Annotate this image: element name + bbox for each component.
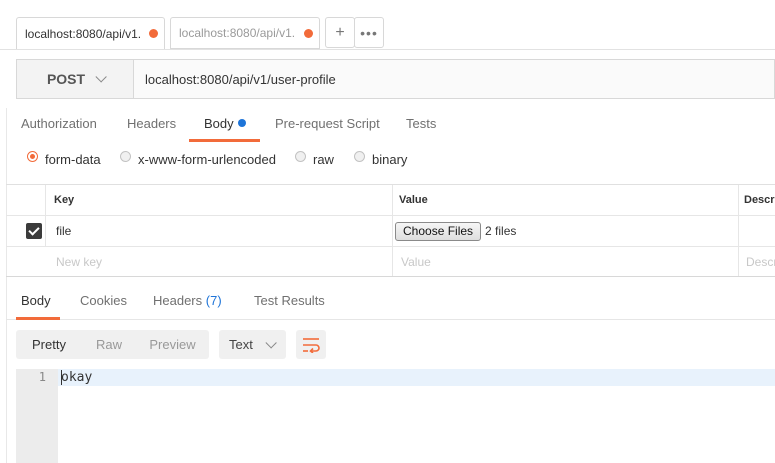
url-input[interactable] — [134, 60, 774, 98]
response-tab-cookies[interactable]: Cookies — [80, 293, 127, 308]
selected-files-count: 2 files — [485, 224, 517, 238]
choose-files-button[interactable]: Choose Files — [395, 221, 482, 241]
active-line-highlight — [58, 369, 775, 386]
line-number: 1 — [38, 370, 46, 384]
response-body-editor[interactable]: 1 okay — [16, 369, 775, 463]
form-data-table: Key Value Descri file Choose Files 2 fil… — [6, 184, 775, 277]
tab-options-button[interactable]: ••• — [354, 17, 384, 48]
active-tab-indicator — [189, 139, 260, 142]
radio-unchecked-icon — [354, 151, 365, 162]
column-divider — [45, 216, 46, 246]
chevron-down-icon — [95, 71, 107, 83]
row-enabled-checkbox[interactable] — [26, 216, 42, 246]
row-key[interactable]: file — [56, 216, 71, 246]
plus-icon: + — [335, 23, 345, 41]
radio-label: form-data — [45, 152, 101, 167]
tab-tests[interactable]: Tests — [406, 116, 436, 131]
table-row: file Choose Files 2 files — [6, 216, 775, 247]
column-divider — [392, 216, 393, 246]
chevron-down-icon — [265, 336, 277, 349]
response-tab-body[interactable]: Body — [21, 293, 51, 308]
request-url-bar: POST — [16, 59, 775, 99]
request-tab-inactive[interactable]: localhost:8080/api/v1. — [170, 17, 320, 49]
view-mode-preview[interactable]: Preview — [136, 330, 209, 359]
tab-pre-request-script[interactable]: Pre-request Script — [275, 116, 380, 131]
response-view-toolbar: Pretty Raw Preview Text — [16, 330, 326, 359]
request-tab-label: localhost:8080/api/v1. — [179, 26, 296, 40]
new-tab-button[interactable]: + — [325, 17, 355, 48]
view-mode-raw[interactable]: Raw — [82, 330, 136, 359]
unsaved-dot-icon — [149, 29, 158, 38]
column-divider — [738, 185, 739, 215]
wrap-lines-button[interactable] — [296, 330, 326, 359]
wrap-lines-icon — [303, 337, 320, 353]
column-divider — [392, 247, 393, 276]
row-value: Choose Files 2 files — [395, 216, 516, 246]
radio-label: x-www-form-urlencoded — [138, 152, 276, 167]
tab-headers[interactable]: Headers — [127, 116, 176, 131]
column-divider — [45, 185, 46, 215]
response-tabs-divider — [6, 319, 775, 320]
radio-checked-icon — [27, 151, 38, 162]
radio-label: binary — [372, 152, 408, 167]
format-select[interactable]: Text — [219, 330, 286, 359]
table-new-row: New key Value Descri — [6, 247, 775, 277]
column-divider — [738, 216, 739, 246]
column-header-key: Key — [54, 194, 75, 206]
more-horizontal-icon: ••• — [360, 24, 378, 41]
unsaved-dot-icon — [304, 28, 313, 38]
response-tab-test-results[interactable]: Test Results — [254, 293, 325, 308]
format-select-value: Text — [229, 337, 253, 352]
request-tabs: Authorization Headers Body Pre-request S… — [0, 108, 775, 141]
checkbox-checked-icon — [26, 223, 42, 239]
response-divider — [6, 276, 775, 277]
column-divider — [392, 185, 393, 215]
request-tab-bar: localhost:8080/api/v1. localhost:8080/ap… — [0, 0, 775, 50]
code-line: okay — [61, 370, 93, 385]
line-number-gutter: 1 — [16, 369, 58, 463]
radio-unchecked-icon — [295, 151, 306, 162]
radio-raw[interactable]: raw — [295, 151, 334, 167]
radio-label: raw — [313, 152, 334, 167]
table-header-row: Key Value Descri — [6, 185, 775, 216]
response-tabs: Body Cookies Headers (7) Test Results — [0, 285, 775, 319]
column-divider — [738, 247, 739, 276]
new-value-input[interactable]: Value — [401, 247, 431, 276]
radio-unchecked-icon — [120, 151, 131, 162]
body-type-options: form-data x-www-form-urlencoded raw bina… — [0, 150, 775, 172]
request-tab-label: localhost:8080/api/v1. — [25, 26, 142, 41]
column-header-value: Value — [399, 194, 428, 206]
active-response-tab-indicator — [16, 317, 60, 320]
tab-authorization[interactable]: Authorization — [21, 116, 97, 131]
new-description-input[interactable]: Descri — [746, 247, 775, 276]
method-select[interactable]: POST — [17, 60, 134, 98]
radio-binary[interactable]: binary — [354, 151, 408, 167]
tab-body-label: Body — [204, 116, 234, 131]
tab-body[interactable]: Body — [204, 116, 246, 131]
method-label: POST — [46, 71, 86, 87]
modified-dot-icon — [237, 119, 246, 127]
response-tab-headers-label: Headers — [153, 293, 203, 308]
radio-form-data[interactable]: form-data — [27, 151, 101, 167]
response-tab-headers[interactable]: Headers (7) — [153, 293, 222, 308]
column-header-description: Descri — [744, 194, 775, 206]
radio-x-www-form-urlencoded[interactable]: x-www-form-urlencoded — [120, 151, 276, 167]
view-mode-group: Pretty Raw Preview — [16, 330, 209, 359]
new-key-input[interactable]: New key — [56, 247, 102, 276]
request-tab-active[interactable]: localhost:8080/api/v1. — [16, 17, 165, 49]
headers-count-badge: (7) — [205, 293, 222, 308]
view-mode-pretty[interactable]: Pretty — [16, 330, 82, 359]
